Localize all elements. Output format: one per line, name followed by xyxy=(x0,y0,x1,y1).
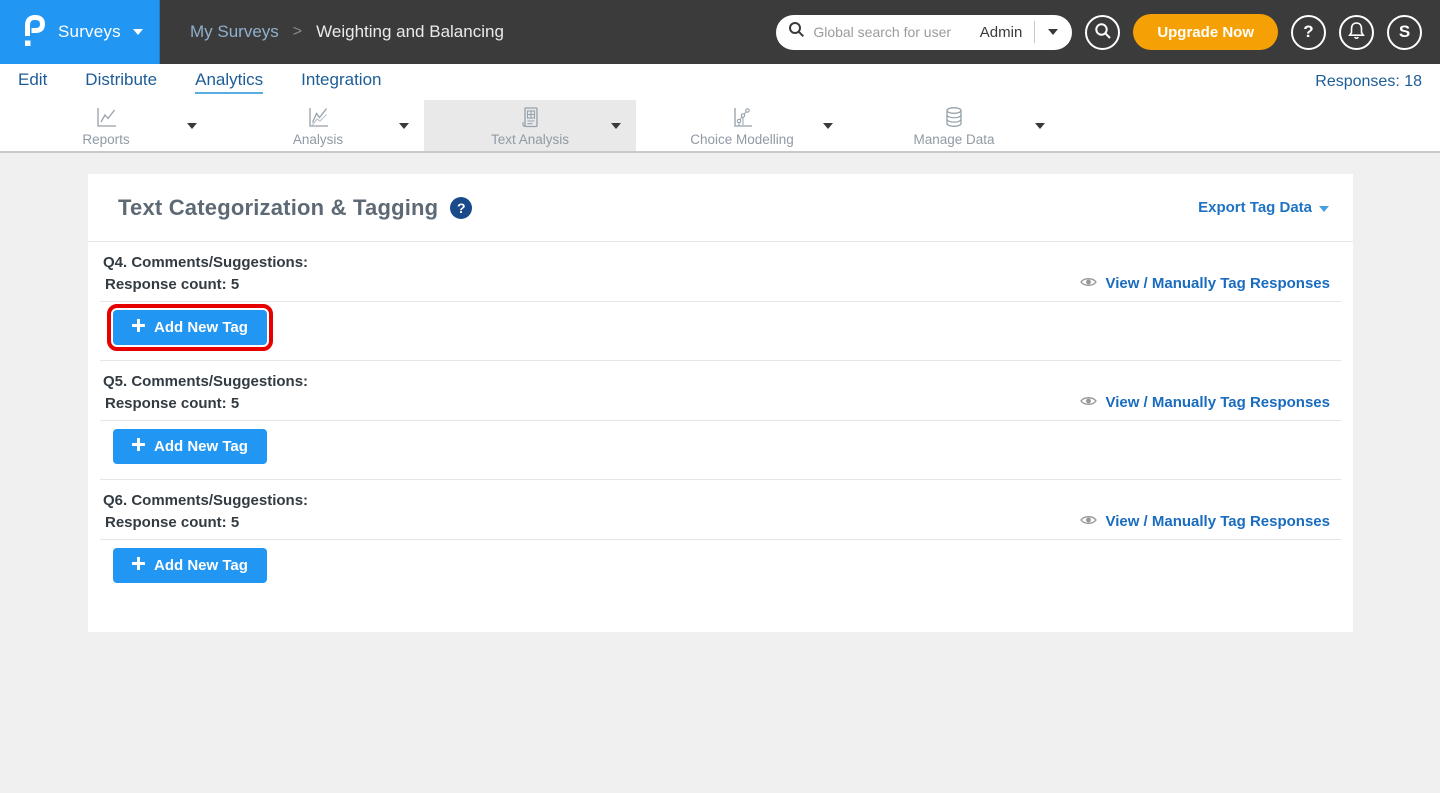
avatar[interactable]: S xyxy=(1387,15,1422,50)
question-block: Q6. Comments/Suggestions: Response count… xyxy=(88,480,1353,598)
tab-dropdown-caret[interactable] xyxy=(611,123,621,129)
bell-icon xyxy=(1348,21,1365,43)
add-new-tag-label: Add New Tag xyxy=(154,438,248,455)
tab-choice-modelling[interactable]: Choice Modelling xyxy=(636,100,848,151)
question-header: Q6. Comments/Suggestions: Response count… xyxy=(100,480,1341,539)
tab-text-analysis[interactable]: Text Analysis xyxy=(424,100,636,151)
button-row: Add New Tag xyxy=(100,302,1341,360)
search-icon xyxy=(788,21,805,43)
view-manually-tag-responses-link[interactable]: View / Manually Tag Responses xyxy=(1080,394,1330,411)
question-header: Q5. Comments/Suggestions: Response count… xyxy=(100,361,1341,420)
add-new-tag-button[interactable]: Add New Tag xyxy=(113,429,267,464)
view-manually-tag-responses-link[interactable]: View / Manually Tag Responses xyxy=(1080,513,1330,530)
tab-analysis[interactable]: Analysis xyxy=(212,100,424,151)
scatter-chart-icon xyxy=(729,105,755,129)
database-icon xyxy=(941,105,967,129)
breadcrumb-current-survey: Weighting and Balancing xyxy=(316,22,504,42)
breadcrumb-my-surveys[interactable]: My Surveys xyxy=(190,22,279,42)
notifications-button[interactable] xyxy=(1339,15,1374,50)
tab-reports[interactable]: Reports xyxy=(0,100,212,151)
chevron-down-icon xyxy=(133,29,143,35)
help-button[interactable]: ? xyxy=(1291,15,1326,50)
divider xyxy=(1034,21,1035,43)
help-icon[interactable]: ? xyxy=(450,197,472,219)
question-meta: Q5. Comments/Suggestions: Response count… xyxy=(103,373,308,412)
search-icon xyxy=(1094,22,1112,43)
chevron-down-icon xyxy=(1319,206,1329,212)
multi-line-chart-icon xyxy=(305,105,331,129)
tab-dropdown-caret[interactable] xyxy=(399,123,409,129)
tab-manage-data[interactable]: Manage Data xyxy=(848,100,1060,151)
response-count: Response count: 5 xyxy=(103,276,308,293)
question-title: Q4. Comments/Suggestions: xyxy=(103,254,308,271)
tab-label: Analysis xyxy=(293,132,343,147)
search-scope-label: Admin xyxy=(980,24,1023,41)
global-search-input[interactable] xyxy=(805,24,979,40)
plus-icon xyxy=(132,319,145,336)
product-switcher[interactable]: Surveys xyxy=(0,0,160,64)
analytics-tabbar: Reports Analysis Text Analysis xyxy=(0,100,1440,153)
response-count: Response count: 5 xyxy=(103,395,308,412)
breadcrumb: My Surveys > Weighting and Balancing xyxy=(190,22,504,42)
tab-label: Choice Modelling xyxy=(690,132,794,147)
nav-distribute[interactable]: Distribute xyxy=(85,70,157,94)
add-new-tag-label: Add New Tag xyxy=(154,557,248,574)
add-new-tag-button[interactable]: Add New Tag xyxy=(113,548,267,583)
text-tagging-panel: Text Categorization & Tagging ? Export T… xyxy=(88,174,1353,632)
question-header: Q4. Comments/Suggestions: Response count… xyxy=(100,242,1341,301)
view-manually-tag-responses-link[interactable]: View / Manually Tag Responses xyxy=(1080,275,1330,292)
question-block: Q4. Comments/Suggestions: Response count… xyxy=(88,242,1353,361)
question-meta: Q6. Comments/Suggestions: Response count… xyxy=(103,492,308,531)
button-row: Add New Tag xyxy=(100,421,1341,479)
breadcrumb-separator: > xyxy=(293,23,302,41)
tab-dropdown-caret[interactable] xyxy=(187,123,197,129)
plus-icon xyxy=(132,557,145,574)
question-mark-icon: ? xyxy=(1303,22,1313,42)
chevron-down-icon xyxy=(1048,29,1058,35)
plus-icon xyxy=(132,438,145,455)
search-scope-dropdown[interactable]: Admin xyxy=(980,15,1073,50)
nav-integration[interactable]: Integration xyxy=(301,70,381,94)
eye-icon xyxy=(1080,275,1097,292)
global-search: Admin xyxy=(776,15,1072,50)
button-row: Add New Tag xyxy=(100,540,1341,598)
header-actions: Admin Upgrade Now ? xyxy=(776,14,1440,50)
eye-icon xyxy=(1080,513,1097,530)
response-count: Response count: 5 xyxy=(103,514,308,531)
question-title: Q5. Comments/Suggestions: xyxy=(103,373,308,390)
view-link-label: View / Manually Tag Responses xyxy=(1105,394,1330,411)
tab-label: Reports xyxy=(82,132,129,147)
nav-analytics[interactable]: Analytics xyxy=(195,70,263,94)
upgrade-now-button[interactable]: Upgrade Now xyxy=(1133,14,1278,50)
panel-header: Text Categorization & Tagging ? Export T… xyxy=(88,174,1353,241)
tab-dropdown-caret[interactable] xyxy=(1035,123,1045,129)
main-content: Text Categorization & Tagging ? Export T… xyxy=(0,153,1440,793)
proprofs-logo-icon xyxy=(22,13,46,52)
line-chart-icon xyxy=(93,105,119,129)
responses-count: Responses: 18 xyxy=(1315,73,1422,91)
view-link-label: View / Manually Tag Responses xyxy=(1105,513,1330,530)
nav-edit[interactable]: Edit xyxy=(18,70,47,94)
text-document-grid-icon xyxy=(517,105,543,129)
question-meta: Q4. Comments/Suggestions: Response count… xyxy=(103,254,308,293)
add-new-tag-label: Add New Tag xyxy=(154,319,248,336)
eye-icon xyxy=(1080,394,1097,411)
question-title: Q6. Comments/Suggestions: xyxy=(103,492,308,509)
survey-nav: Edit Distribute Analytics Integration Re… xyxy=(0,64,1440,100)
add-new-tag-button[interactable]: Add New Tag xyxy=(113,310,267,345)
question-list: Q4. Comments/Suggestions: Response count… xyxy=(88,242,1353,598)
product-label: Surveys xyxy=(58,22,121,42)
tab-dropdown-caret[interactable] xyxy=(823,123,833,129)
export-tag-data-label: Export Tag Data xyxy=(1198,199,1312,216)
view-link-label: View / Manually Tag Responses xyxy=(1105,275,1330,292)
tab-label: Manage Data xyxy=(913,132,994,147)
export-tag-data-dropdown[interactable]: Export Tag Data xyxy=(1198,199,1329,216)
question-block: Q5. Comments/Suggestions: Response count… xyxy=(88,361,1353,480)
page-title: Text Categorization & Tagging xyxy=(118,195,438,221)
header-search-button[interactable] xyxy=(1085,15,1120,50)
tab-label: Text Analysis xyxy=(491,132,569,147)
avatar-initial: S xyxy=(1399,22,1410,42)
app-header: Surveys My Surveys > Weighting and Balan… xyxy=(0,0,1440,64)
